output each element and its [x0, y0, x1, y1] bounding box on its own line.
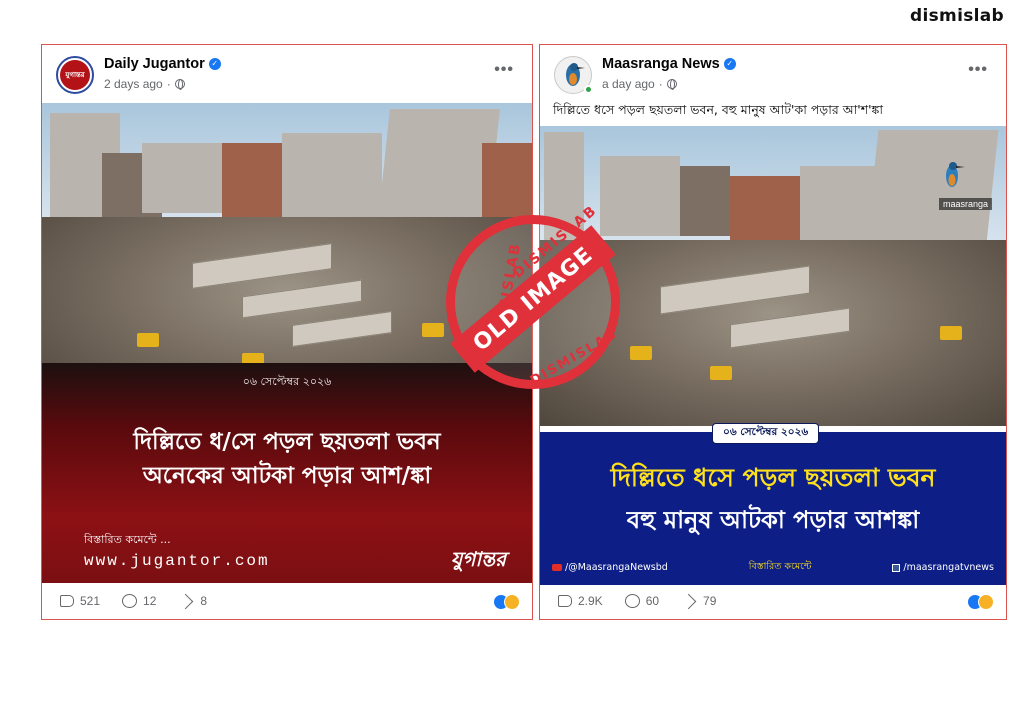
- sad-reaction-icon: [504, 594, 520, 610]
- post-header: যুগান্তর Daily Jugantor ✓ 2 days ago · •••: [42, 45, 532, 103]
- collapsed-building-photo: [42, 103, 532, 403]
- post-action-bar: 2.9K 60 79: [540, 583, 1006, 619]
- verified-badge-icon: ✓: [723, 58, 736, 70]
- news-date: ০৬ সেপ্টেম্বর ২০২৬: [242, 375, 332, 388]
- reaction-icons[interactable]: [967, 594, 994, 610]
- jugantor-logo: যুগান্তর: [450, 547, 506, 571]
- share-icon: [178, 595, 194, 608]
- comment-count: 12: [143, 594, 157, 608]
- headline-line-2: অনেকের আটকা পড়ার আশ/ঙ্কা: [142, 463, 432, 489]
- thumbs-up-icon: [558, 595, 572, 607]
- post-action-bar: 521 12 8: [42, 583, 532, 619]
- more-options-icon[interactable]: •••: [494, 61, 514, 79]
- facebook-icon: [892, 563, 901, 572]
- old-image-stamp: DISMISLAB DISMISLAB DISMISLAB OLD IMAGE: [446, 202, 621, 389]
- sad-reaction-icon: [978, 594, 994, 610]
- share-count: 79: [703, 594, 717, 608]
- comment-button[interactable]: 60: [624, 594, 660, 608]
- details-in-comments: বিস্তারিত কমেন্টে ...: [84, 533, 171, 546]
- globe-icon: [666, 79, 677, 90]
- like-button[interactable]: 521: [60, 594, 100, 608]
- post-time-text[interactable]: 2 days ago: [104, 77, 163, 91]
- reaction-icons[interactable]: [493, 594, 520, 610]
- post-timestamp[interactable]: a day ago ·: [602, 77, 677, 91]
- maasranga-watermark: maasranga: [938, 198, 992, 210]
- more-options-icon[interactable]: •••: [968, 61, 988, 79]
- page-name-text[interactable]: Maasranga News: [602, 56, 720, 72]
- headline-line-2: বহু মানুষ আটকা পড়ার আশঙ্কা: [626, 506, 920, 534]
- thumbs-up-icon: [60, 595, 74, 607]
- post-timestamp[interactable]: 2 days ago ·: [104, 77, 185, 91]
- page-name[interactable]: Daily Jugantor ✓: [104, 56, 221, 72]
- avatar[interactable]: যুগান্তর: [56, 56, 94, 94]
- share-button[interactable]: 79: [681, 594, 716, 608]
- media-footer: /@MaasrangaNewsbd বিস্তারিত কমেন্টে /maa…: [540, 560, 1006, 575]
- comment-count: 60: [645, 594, 660, 608]
- post-time-text[interactable]: a day ago: [602, 77, 655, 91]
- verified-badge-icon: ✓: [208, 58, 221, 70]
- youtube-handle: /@MaasrangaNewsbd: [552, 562, 668, 573]
- like-count: 521: [80, 594, 101, 608]
- kingfisher-watermark-icon: [946, 162, 965, 187]
- facebook-handle: /maasrangatvnews: [892, 562, 994, 573]
- online-status-icon: [584, 85, 593, 94]
- share-button[interactable]: 8: [178, 594, 207, 608]
- comment-icon: [122, 594, 138, 608]
- news-date: ০৬ সেপ্টেম্বর ২০২৬: [712, 423, 820, 444]
- page-name-text[interactable]: Daily Jugantor: [104, 56, 205, 72]
- dismislab-logo: dismislab: [910, 6, 1004, 26]
- details-in-comments: বিস্তারিত কমেন্টে: [748, 561, 812, 572]
- youtube-icon: [552, 564, 562, 571]
- post-caption: দিল্লিতে ধসে পড়ল ছয়তলা ভবন, বহু মানুষ …: [553, 102, 884, 117]
- comment-button[interactable]: 12: [122, 594, 156, 608]
- headline-line-1: দিল্লিতে ধসে পড়ল ছয়তলা ভবন: [610, 463, 936, 492]
- post-image[interactable]: maasranga ০৬ সেপ্টেম্বর ২০২৬ দিল্লিতে ধস…: [540, 126, 1006, 585]
- share-count: 8: [200, 594, 208, 608]
- comment-icon: [624, 594, 640, 608]
- post-header: Maasranga News ✓ a day ago · •••: [540, 45, 1006, 103]
- website-url: www.jugantor.com: [84, 552, 270, 570]
- avatar-logo: যুগান্তর: [60, 60, 90, 90]
- like-count: 2.9K: [578, 594, 603, 608]
- page-name[interactable]: Maasranga News ✓: [602, 56, 736, 72]
- globe-icon: [174, 79, 185, 90]
- like-button[interactable]: 2.9K: [558, 594, 603, 608]
- share-icon: [681, 595, 697, 608]
